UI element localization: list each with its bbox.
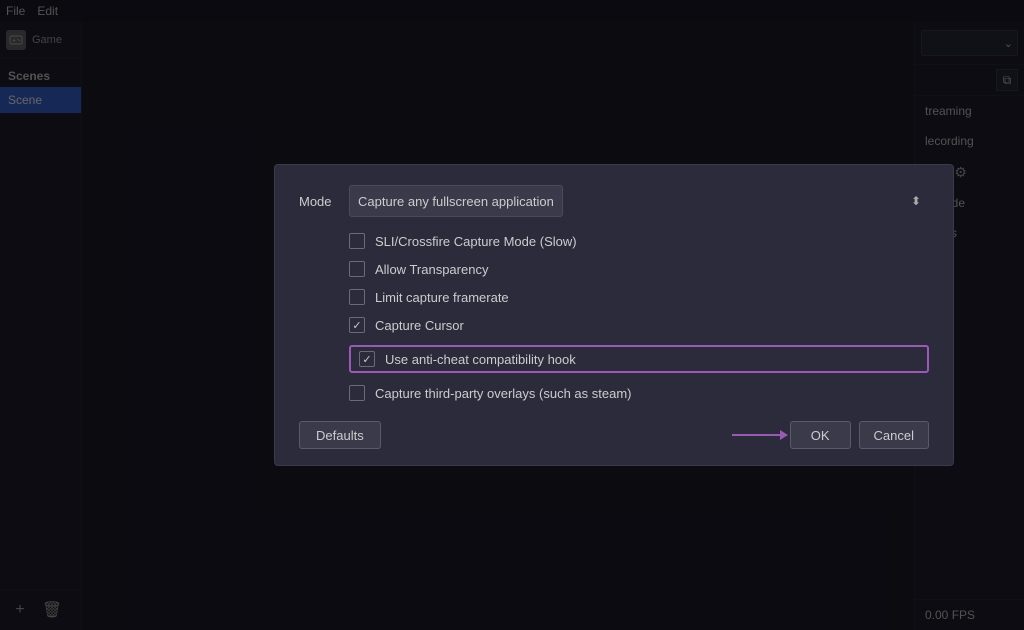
arrow-line — [732, 434, 782, 436]
checkbox-cursor-row: Capture Cursor — [349, 317, 929, 333]
checkbox-anticheat-label: Use anti-cheat compatibility hook — [385, 352, 576, 367]
checkbox-framerate[interactable] — [349, 289, 365, 305]
checkbox-transparency-row: Allow Transparency — [349, 261, 929, 277]
checkbox-sli-label: SLI/Crossfire Capture Mode (Slow) — [375, 234, 577, 249]
mode-field-label: Mode — [299, 194, 349, 209]
checkbox-sli-row: SLI/Crossfire Capture Mode (Slow) — [349, 233, 929, 249]
checkbox-list: SLI/Crossfire Capture Mode (Slow) Allow … — [299, 233, 929, 401]
dialog-footer: Defaults OK Cancel — [299, 421, 929, 449]
arrow-indicator — [732, 434, 782, 436]
checkbox-transparency-label: Allow Transparency — [375, 262, 488, 277]
checkbox-anticheat-row[interactable]: Use anti-cheat compatibility hook — [349, 345, 929, 373]
defaults-button[interactable]: Defaults — [299, 421, 381, 449]
checkbox-overlays-row: Capture third-party overlays (such as st… — [349, 385, 929, 401]
checkbox-overlays[interactable] — [349, 385, 365, 401]
checkbox-overlays-label: Capture third-party overlays (such as st… — [375, 386, 631, 401]
checkbox-cursor[interactable] — [349, 317, 365, 333]
mode-row: Mode Capture any fullscreen application … — [299, 185, 929, 217]
checkbox-sli[interactable] — [349, 233, 365, 249]
checkbox-cursor-label: Capture Cursor — [375, 318, 464, 333]
footer-right: OK Cancel — [732, 421, 929, 449]
dialog: Mode Capture any fullscreen application … — [274, 164, 954, 466]
mode-select[interactable]: Capture any fullscreen application — [349, 185, 563, 217]
cancel-button[interactable]: Cancel — [859, 421, 929, 449]
checkbox-framerate-row: Limit capture framerate — [349, 289, 929, 305]
ok-button[interactable]: OK — [790, 421, 851, 449]
select-arrow-icon: ⬍ — [911, 194, 921, 208]
checkbox-transparency[interactable] — [349, 261, 365, 277]
mode-select-wrapper: Capture any fullscreen application ⬍ — [349, 185, 929, 217]
checkbox-anticheat[interactable] — [359, 351, 375, 367]
checkbox-framerate-label: Limit capture framerate — [375, 290, 509, 305]
